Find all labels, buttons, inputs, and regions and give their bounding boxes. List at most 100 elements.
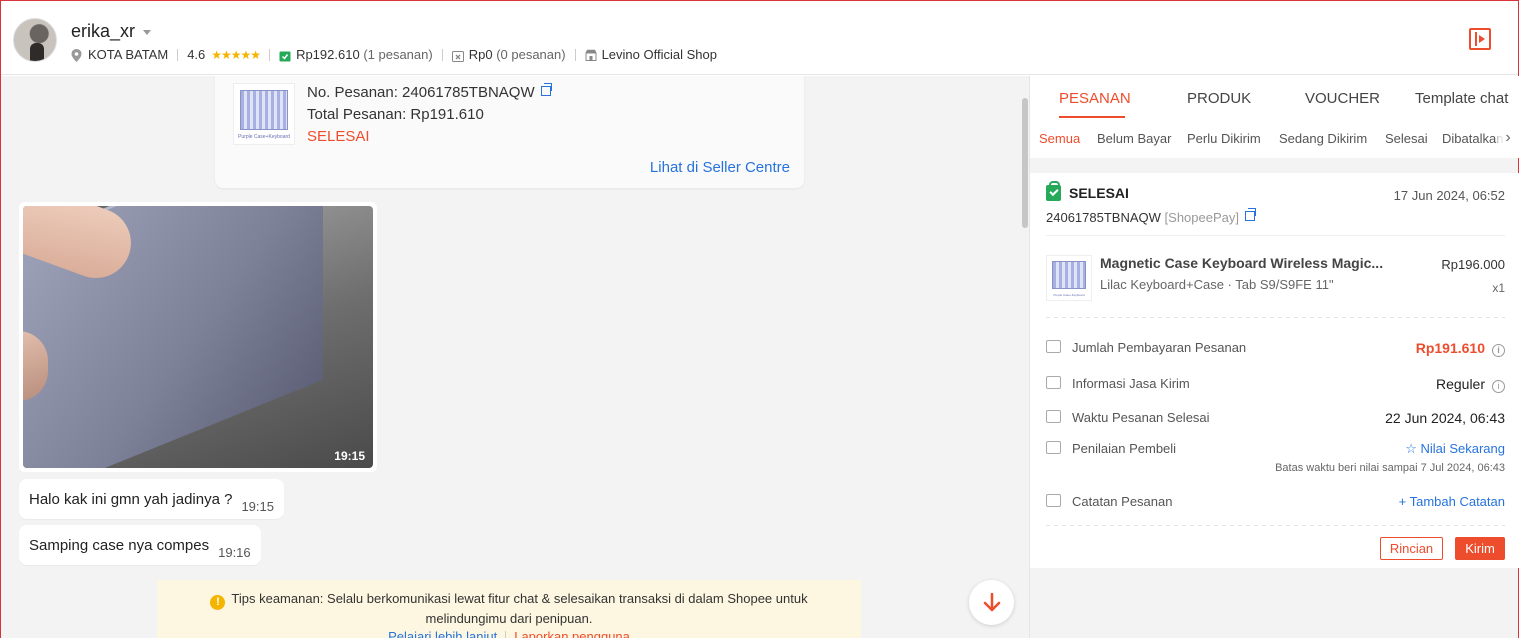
subtab-perlu-dikirim[interactable]: Perlu Dikirim [1187,131,1261,146]
chat-scrollbar[interactable] [1022,98,1028,228]
payment-amount-label: Jumlah Pembayaran Pesanan [1072,340,1247,355]
shipping-info-label: Informasi Jasa Kirim [1072,376,1190,391]
rate-now-link[interactable]: ☆ Nilai Sekarang [1405,441,1505,457]
copy-icon[interactable] [1244,208,1256,221]
tips-links: Pelajari lebih lanjut Laporkan pengguna [157,628,861,638]
info-icon[interactable]: i [1492,380,1505,393]
divider [1046,525,1505,526]
tab-voucher[interactable]: VOUCHER [1305,90,1380,107]
location-pin-icon [71,48,83,62]
chat-conversation[interactable]: Purple Case+Keyboard No. Pesanan: 240617… [1,76,1029,638]
message-time: 19:15 [241,498,274,514]
username: erika_xr [71,21,136,41]
image-message[interactable]: 19:15 [19,202,377,472]
message-text: Halo kak ini gmn yah jadinya ? [29,490,233,508]
arrow-down-icon [983,592,1000,611]
shipping-info-text: Reguler [1435,376,1485,392]
product-name[interactable]: Magnetic Case Keyboard Wireless Magic... [1100,255,1383,271]
buyer-unpaid-count: (0 pesanan) [496,47,566,62]
info-icon[interactable]: i [1492,344,1505,357]
side-panel: PESANAN PRODUK VOUCHER Template chat Sem… [1029,76,1519,638]
completed-bag-icon [1046,181,1061,201]
divider [1046,235,1505,236]
message-text: Samping case nya compes [29,536,210,554]
divider [1046,317,1505,318]
active-tab-indicator [1059,116,1125,118]
warning-icon: ! [210,595,226,610]
order-note-label: Catatan Pesanan [1072,494,1173,509]
order-detail-card: SELESAI 17 Jun 2024, 06:52 24061785TBNAQ… [1030,173,1519,568]
subtab-dibatalkan[interactable]: Dibatalkan [1442,131,1503,146]
buyer-unpaid-value: Rp0 [468,47,493,62]
order-status: SELESAI [1069,185,1129,201]
truck-icon [1046,376,1061,389]
copy-icon[interactable] [540,83,552,96]
divider [574,48,576,61]
keyboard-image [240,90,288,130]
divider [269,48,271,61]
product-thumbnail[interactable]: Purple Case+Keyboard [1046,255,1092,301]
thumbnail-caption: Purple Case+Keyboard [1053,293,1085,297]
report-user-link[interactable]: Laporkan pengguna [514,629,630,638]
order-number-line: No. Pesanan: 24061785TBNAQW [307,83,552,101]
completion-time-label: Waktu Pesanan Selesai [1072,410,1210,425]
buyer-spent-count: (1 pesanan) [363,47,433,62]
tab-produk[interactable]: PRODUK [1187,90,1251,107]
subtab-belum-bayar[interactable]: Belum Bayar [1097,131,1171,146]
payment-amount-text: Rp191.610 [1415,340,1485,356]
seller-centre-link[interactable]: Lihat di Seller Centre [650,159,790,176]
product-variant: Lilac Keyboard+Case · Tab S9/S9FE 11" [1100,277,1334,292]
subtab-selesai[interactable]: Selesai [1385,131,1428,146]
tips-line-2: melindungimu dari penipuan. [425,611,593,626]
order-filter-tabs: Semua Belum Bayar Perlu Dikirim Sedang D… [1030,120,1519,158]
rating-icon [1046,441,1061,454]
subtab-semua[interactable]: Semua [1039,131,1080,146]
completed-bag-icon [279,49,291,61]
toggle-panel-icon[interactable] [1469,28,1491,50]
tab-pesanan[interactable]: PESANAN [1059,90,1131,107]
scroll-down-button[interactable] [969,580,1014,625]
wallet-icon [1046,340,1061,353]
username-dropdown[interactable]: erika_xr [71,21,152,42]
order-date: 17 Jun 2024, 06:52 [1393,188,1505,203]
order-number: No. Pesanan: 24061785TBNAQW [307,84,535,101]
panel-tabs: PESANAN PRODUK VOUCHER Template chat [1030,76,1519,120]
order-total: Total Pesanan: Rp191.610 [307,106,484,123]
order-card[interactable]: Purple Case+Keyboard No. Pesanan: 240617… [215,76,804,188]
safety-tips-banner: ! Tips keamanan: Selalu berkomunikasi lew… [157,580,861,638]
buyer-rating: 4.6 [187,47,206,62]
shop-name: Levino Official Shop [601,47,717,62]
buyer-location: KOTA BATAM [88,47,169,62]
message-time: 19:16 [218,544,251,560]
order-status: SELESAI [307,128,370,145]
divider [177,48,179,61]
order-id: 24061785TBNAQW [1046,210,1161,225]
shop-icon [585,49,597,61]
buyer-spent-value: Rp192.610 [296,47,360,62]
tab-template-chat[interactable]: Template chat [1415,90,1508,107]
order-status-row: SELESAI [1046,181,1129,201]
chat-message[interactable]: Halo kak ini gmn yah jadinya ? 19:15 [19,479,284,519]
chat-message[interactable]: Samping case nya compes 19:16 [19,525,261,565]
chevron-down-icon [143,30,152,35]
cancelled-bag-icon [451,49,464,62]
send-button[interactable]: Kirim [1455,537,1505,560]
calendar-icon [1046,410,1061,423]
tips-line-1: Tips keamanan: Selalu berkomunikasi lewa… [231,591,808,606]
subtab-sedang-dikirim[interactable]: Sedang Dikirim [1279,131,1367,146]
avatar[interactable] [13,18,57,62]
damaged-case-photo[interactable]: 19:15 [23,206,373,468]
add-note-link[interactable]: + Tambah Catatan [1399,494,1505,509]
rating-stars-icon: ★★★★★ [211,47,261,62]
payment-method: [ShopeePay] [1164,210,1239,225]
learn-more-link[interactable]: Pelajari lebih lanjut [388,629,497,638]
chat-header: erika_xr KOTA BATAM 4.6 ★★★★★ Rp192.610 … [1,1,1518,75]
buyer-meta: KOTA BATAM 4.6 ★★★★★ Rp192.610 (1 pesana… [71,47,717,62]
divider [505,631,507,638]
payment-amount-value: Rp191.610 i [1416,340,1505,357]
details-button[interactable]: Rincian [1380,537,1443,560]
shipping-info-value: Reguler i [1436,376,1505,393]
note-icon [1046,494,1061,507]
chevron-right-icon[interactable]: › [1497,120,1519,158]
buyer-rating-label: Penilaian Pembeli [1072,441,1177,456]
